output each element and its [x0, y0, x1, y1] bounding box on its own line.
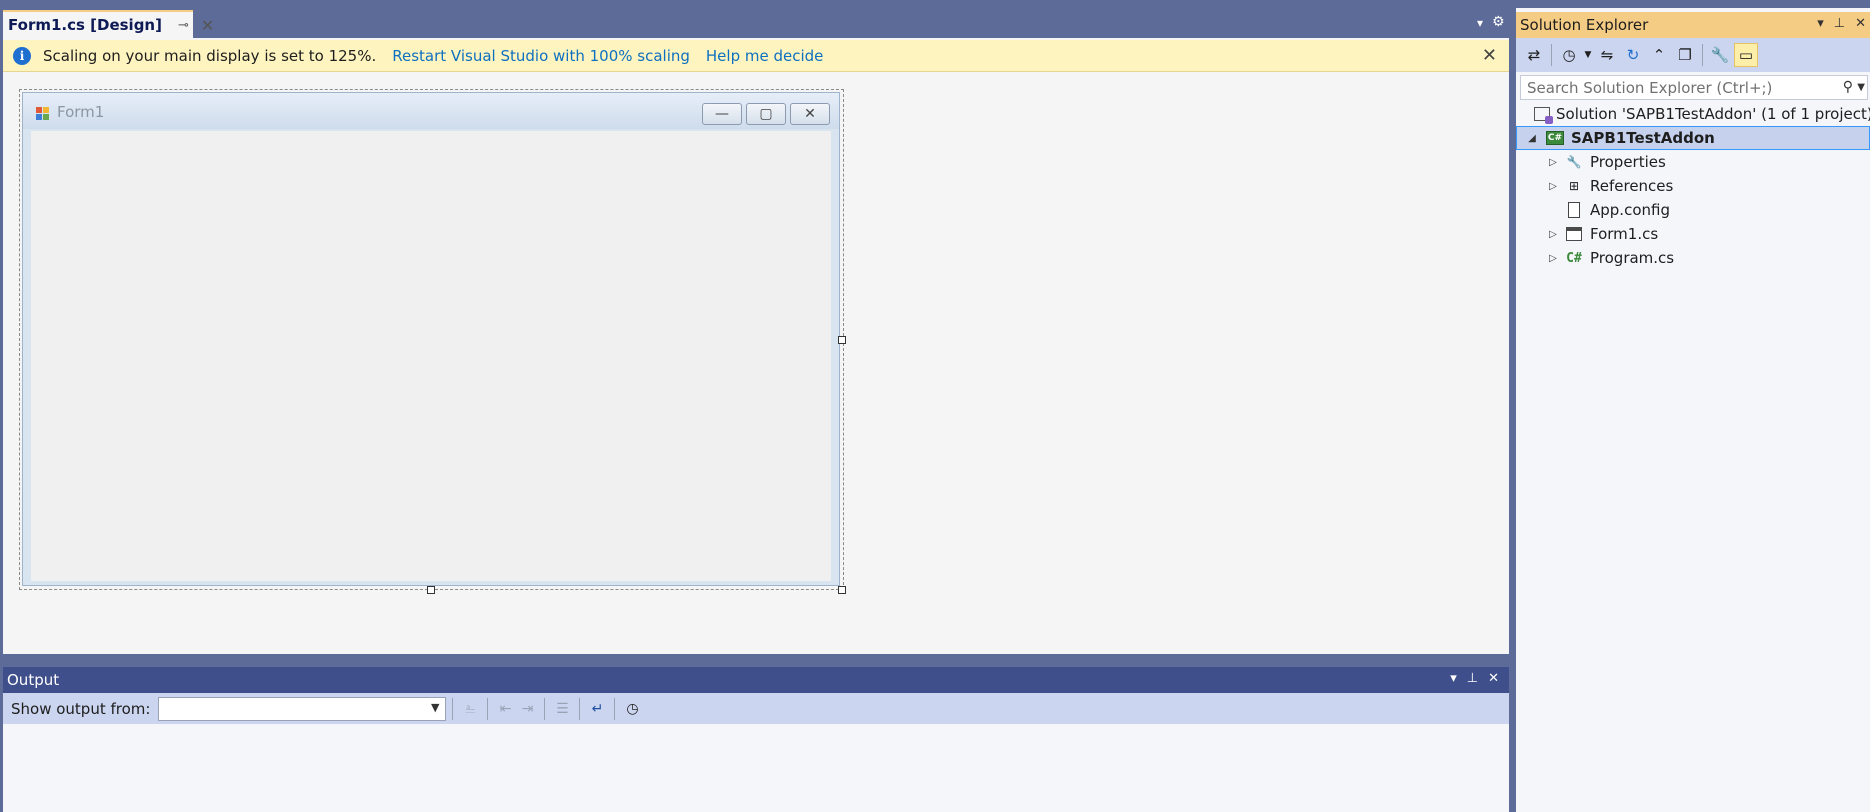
tree-item-label: Program.cs — [1590, 249, 1675, 267]
form-client-area[interactable] — [31, 131, 831, 581]
show-output-from-label: Show output from: — [11, 699, 151, 718]
tab-title: Form1.cs [Design] — [8, 16, 162, 34]
expand-arrow-icon[interactable]: ▷ — [1546, 253, 1560, 264]
csharp-file-icon: C# — [1566, 250, 1582, 266]
close-icon[interactable]: ✕ — [1855, 16, 1866, 31]
tab-form1-design[interactable]: Form1.cs [Design] ⊸ ✕ — [3, 10, 214, 38]
output-source-select[interactable]: ▼ — [158, 696, 447, 721]
form-icon — [1564, 226, 1584, 242]
show-all-files-icon[interactable]: ❐ — [1673, 43, 1697, 67]
form-titlebar: Form1 — ▢ ✕ — [23, 93, 839, 129]
tree-item-app-config[interactable]: App.config — [1516, 198, 1870, 222]
toolbar-separator — [579, 697, 581, 720]
form-maximize-button[interactable]: ▢ — [746, 103, 786, 125]
find-message-icon[interactable]: ⎁ — [459, 698, 481, 720]
dropdown-icon[interactable]: ▾ — [1817, 16, 1824, 31]
solution-explorer-toolbar: ⇄ ◷ ▼ ⇋ ↻ ⌃ ❐ 🔧 ▭ — [1516, 38, 1870, 72]
expand-arrow-icon[interactable]: ▷ — [1546, 157, 1560, 168]
csharp-project-icon: C# — [1546, 131, 1564, 145]
form-app-icon — [36, 107, 49, 120]
restart-scaling-link[interactable]: Restart Visual Studio with 100% scaling — [392, 47, 690, 65]
tree-item-label: Solution 'SAPB1TestAddon' (1 of 1 projec… — [1556, 105, 1870, 123]
solution-explorer-title: Solution Explorer — [1520, 16, 1649, 34]
toolbar-separator — [614, 697, 616, 720]
pin-icon[interactable]: ⊸ — [178, 18, 189, 33]
config-file-icon — [1564, 202, 1584, 218]
search-icon[interactable]: ⚲ — [1843, 79, 1853, 95]
collapse-all-icon[interactable]: ⌃ — [1647, 43, 1671, 67]
toolbar-separator — [544, 697, 546, 720]
resize-grip-right[interactable] — [838, 336, 846, 344]
refresh-icon[interactable]: ↻ — [1621, 43, 1645, 67]
infobar-message: Scaling on your main display is set to 1… — [43, 46, 377, 65]
toolbar-separator — [452, 697, 454, 720]
help-me-decide-link[interactable]: Help me decide — [706, 47, 824, 65]
tab-overflow-dropdown-icon[interactable]: ▾ — [1477, 16, 1483, 30]
tree-item-program[interactable]: ▷ C# Program.cs — [1516, 246, 1870, 270]
form-title: Form1 — [57, 103, 105, 121]
dropdown-icon[interactable]: ▾ — [1450, 671, 1457, 686]
pin-icon[interactable]: ⊥ — [1834, 16, 1845, 31]
designer-form[interactable]: Form1 — ▢ ✕ — [22, 92, 840, 586]
pin-icon[interactable]: ⊥ — [1467, 671, 1478, 686]
tree-item-properties[interactable]: ▷ 🔧 Properties — [1516, 150, 1870, 174]
splitter[interactable] — [1509, 8, 1516, 812]
wrench-icon: 🔧 — [1566, 155, 1582, 169]
document-tab-strip — [3, 8, 1509, 38]
solution-explorer-search-input[interactable]: Search Solution Explorer (Ctrl+;) ⚲ ▼ — [1520, 75, 1868, 100]
toolbar-separator — [487, 697, 489, 720]
tree-item-label: References — [1590, 177, 1674, 195]
expand-arrow-icon[interactable]: ▷ — [1546, 181, 1560, 192]
infobar-close-icon[interactable]: ✕ — [1482, 45, 1497, 66]
close-icon[interactable]: ✕ — [201, 16, 214, 35]
timestamp-icon[interactable]: ◷ — [621, 698, 643, 720]
solution-explorer-header: Solution Explorer ▾ ⊥ ✕ — [1516, 12, 1870, 38]
references-icon: ⊞ — [1568, 179, 1580, 193]
tree-item-references[interactable]: ▷ ⊞ References — [1516, 174, 1870, 198]
properties-icon[interactable]: 🔧 — [1708, 43, 1732, 67]
close-icon[interactable]: ✕ — [1488, 671, 1499, 686]
tree-solution-node[interactable]: Solution 'SAPB1TestAddon' (1 of 1 projec… — [1516, 102, 1870, 126]
preview-selected-icon[interactable]: ▭ — [1734, 43, 1758, 67]
tree-item-label: App.config — [1590, 201, 1670, 219]
clear-all-icon[interactable]: ☰ — [551, 698, 573, 720]
tree-item-form1[interactable]: ▷ Form1.cs — [1516, 222, 1870, 246]
toolbar-separator — [1702, 44, 1703, 66]
tree-project-node[interactable]: ◢ C# SAPB1TestAddon — [1516, 126, 1870, 150]
resize-grip-corner[interactable] — [838, 586, 846, 594]
pending-changes-icon[interactable]: ◷ — [1557, 43, 1581, 67]
tree-item-label: Properties — [1590, 153, 1666, 171]
toolbar-separator — [1551, 44, 1552, 66]
solution-tree: Solution 'SAPB1TestAddon' (1 of 1 projec… — [1516, 102, 1870, 270]
expand-arrow-icon[interactable]: ▷ — [1546, 229, 1560, 240]
output-toolbar: Show output from: ▼ ⎁ ⇤ ⇥ ☰ ↵ ◷ — [3, 693, 1509, 724]
sync-icon[interactable]: ⇋ — [1595, 43, 1619, 67]
chevron-down-icon[interactable]: ▼ — [1857, 82, 1865, 93]
output-text-area[interactable] — [3, 724, 1509, 812]
info-icon: i — [13, 46, 31, 65]
resize-grip-bottom[interactable] — [427, 586, 435, 594]
chevron-down-icon[interactable]: ▼ — [1583, 43, 1593, 67]
output-title: Output — [7, 671, 60, 689]
next-message-icon[interactable]: ⇥ — [516, 698, 538, 720]
settings-icon[interactable]: ⚙ — [1492, 14, 1505, 30]
collapse-arrow-icon[interactable]: ◢ — [1525, 133, 1539, 144]
form-minimize-button[interactable]: — — [702, 103, 742, 125]
form-close-button[interactable]: ✕ — [790, 103, 830, 125]
search-placeholder: Search Solution Explorer (Ctrl+;) — [1527, 78, 1773, 97]
output-panel-header: Output ▾ ⊥ ✕ — [3, 667, 1509, 693]
tree-item-label: SAPB1TestAddon — [1571, 129, 1715, 147]
tree-item-label: Form1.cs — [1590, 225, 1659, 243]
solution-icon — [1534, 106, 1553, 124]
previous-message-icon[interactable]: ⇤ — [494, 698, 516, 720]
switch-views-icon[interactable]: ⇄ — [1522, 43, 1546, 67]
chevron-down-icon: ▼ — [430, 700, 440, 714]
splitter[interactable] — [3, 654, 1509, 667]
word-wrap-icon[interactable]: ↵ — [586, 698, 608, 720]
infobar: i Scaling on your main display is set to… — [3, 40, 1509, 72]
